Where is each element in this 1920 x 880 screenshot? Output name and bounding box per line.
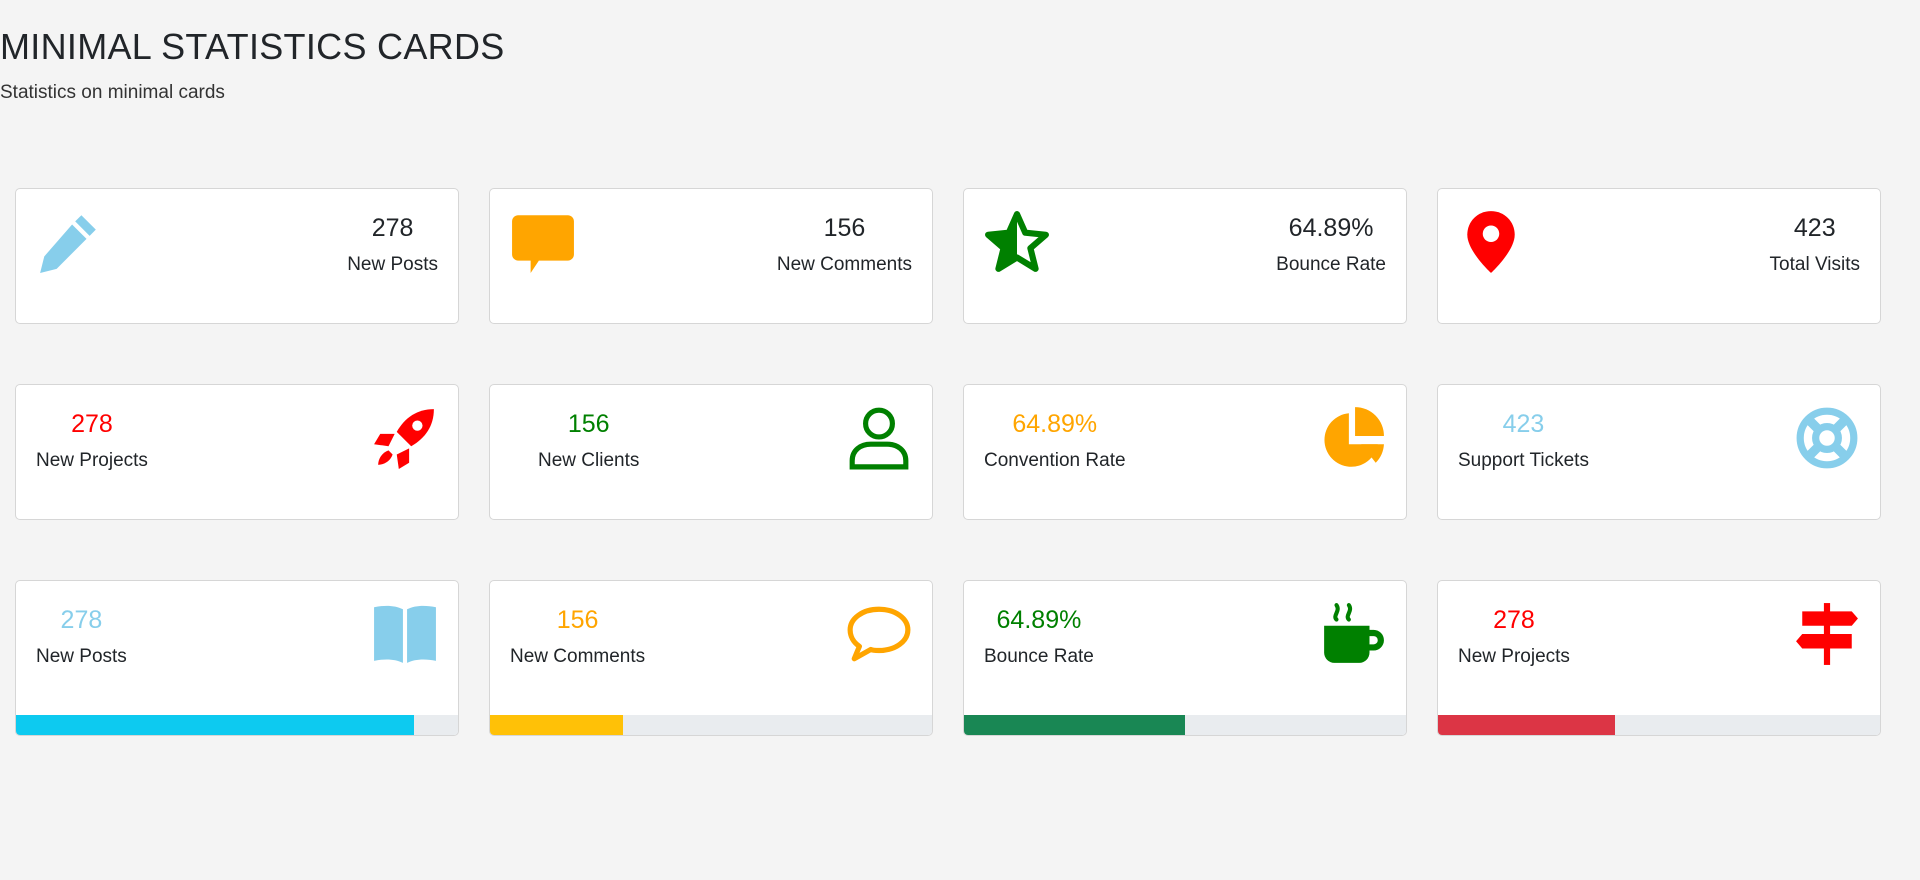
stat-label: Bounce Rate bbox=[1276, 254, 1386, 275]
stat-label: New Posts bbox=[36, 646, 127, 667]
star-half-icon bbox=[984, 209, 1050, 275]
stat-label: New Comments bbox=[510, 646, 646, 667]
stat-card-bounce-rate-progress: 64.89% Bounce Rate bbox=[963, 580, 1407, 736]
life-ring-icon bbox=[1794, 405, 1860, 471]
stat-card-new-comments: 156 New Comments bbox=[489, 188, 933, 324]
stat-value: 156 bbox=[823, 214, 866, 242]
progress-fill bbox=[16, 715, 414, 735]
signpost-icon bbox=[1794, 601, 1860, 667]
stat-card-support-tickets: 423 Support Tickets bbox=[1437, 384, 1881, 520]
progress-bar bbox=[490, 715, 932, 735]
stat-value: 64.89% bbox=[1288, 214, 1374, 242]
stats-row-3: 278 New Posts 156 New Comments 64.89% Bo… bbox=[15, 580, 1884, 736]
page-subtitle: Statistics on minimal cards bbox=[0, 82, 225, 103]
stat-card-new-posts-progress: 278 New Posts bbox=[15, 580, 459, 736]
stat-value: 423 bbox=[1793, 214, 1836, 242]
progress-fill bbox=[1438, 715, 1615, 735]
stat-label: New Comments bbox=[776, 254, 912, 275]
pencil-icon bbox=[36, 209, 102, 275]
progress-fill bbox=[964, 715, 1185, 735]
stats-row-2: 278 New Projects 156 New Clients 64.89% … bbox=[15, 384, 1884, 520]
stat-value: 64.89% bbox=[1012, 410, 1098, 438]
stat-card-new-posts: 278 New Posts bbox=[15, 188, 459, 324]
stat-value: 278 bbox=[60, 606, 103, 634]
stats-grid: 278 New Posts 156 New Comments 64.89% Bo… bbox=[15, 188, 1884, 796]
stat-value: 278 bbox=[1493, 606, 1535, 634]
stat-card-bounce-rate: 64.89% Bounce Rate bbox=[963, 188, 1407, 324]
coffee-cup-icon bbox=[1320, 601, 1386, 667]
stat-card-new-clients: 156 New Clients bbox=[489, 384, 933, 520]
progress-bar bbox=[16, 715, 458, 735]
speech-bubble-icon bbox=[510, 209, 576, 275]
progress-bar bbox=[964, 715, 1406, 735]
page-title: MINIMAL STATISTICS CARDS bbox=[0, 26, 505, 67]
stat-card-new-projects-progress: 278 New Projects bbox=[1437, 580, 1881, 736]
stat-value: 64.89% bbox=[996, 606, 1082, 634]
stat-value: 156 bbox=[556, 606, 599, 634]
stat-label: Support Tickets bbox=[1458, 450, 1589, 471]
stat-card-new-comments-progress: 156 New Comments bbox=[489, 580, 933, 736]
stat-value: 423 bbox=[1502, 410, 1545, 438]
rocket-icon bbox=[372, 405, 438, 471]
stat-label: New Posts bbox=[347, 254, 438, 275]
stat-value: 278 bbox=[71, 410, 113, 438]
stat-label: New Projects bbox=[1458, 646, 1570, 667]
pie-chart-icon bbox=[1320, 405, 1386, 471]
comment-outline-icon bbox=[846, 601, 912, 667]
stat-card-new-projects: 278 New Projects bbox=[15, 384, 459, 520]
stat-card-total-visits: 423 Total Visits bbox=[1437, 188, 1881, 324]
stat-label: Convention Rate bbox=[984, 450, 1126, 471]
progress-bar bbox=[1438, 715, 1880, 735]
page-header: MINIMAL STATISTICS CARDS Statistics on m… bbox=[0, 26, 505, 104]
book-open-icon bbox=[372, 601, 438, 667]
stat-value: 278 bbox=[371, 214, 414, 242]
map-marker-icon bbox=[1458, 209, 1524, 275]
stat-value: 156 bbox=[567, 410, 610, 438]
user-icon bbox=[846, 405, 912, 471]
stat-label: New Clients bbox=[538, 450, 640, 471]
stats-row-1: 278 New Posts 156 New Comments 64.89% Bo… bbox=[15, 188, 1884, 324]
stat-label: Total Visits bbox=[1769, 254, 1860, 275]
stat-card-convention-rate: 64.89% Convention Rate bbox=[963, 384, 1407, 520]
stat-label: Bounce Rate bbox=[984, 646, 1094, 667]
progress-fill bbox=[490, 715, 623, 735]
stat-label: New Projects bbox=[36, 450, 148, 471]
